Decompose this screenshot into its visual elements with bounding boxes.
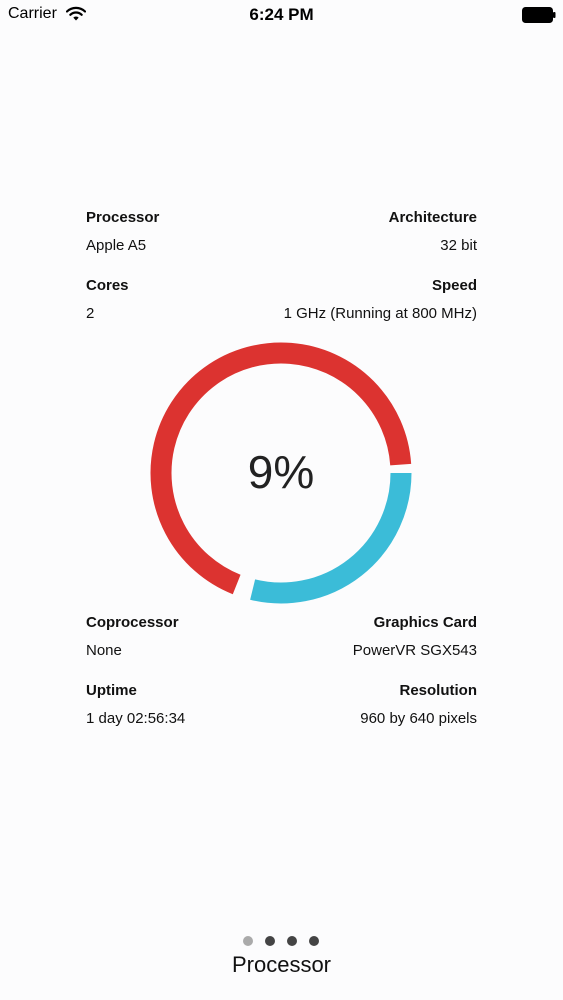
- uptime-label: Uptime: [86, 682, 137, 699]
- coprocessor-info: Coprocessor None: [86, 613, 286, 661]
- coprocessor-label: Coprocessor: [86, 614, 179, 631]
- coprocessor-value: None: [86, 642, 122, 659]
- status-bar: Carrier 6:24 PM: [0, 0, 563, 30]
- cores-value: 2: [86, 305, 95, 322]
- uptime-value: 1 day 02:56:34: [86, 710, 186, 727]
- page-dot[interactable]: [243, 936, 253, 946]
- cpu-usage-value: 9%: [247, 446, 315, 498]
- processor-value: Apple A5: [86, 237, 147, 254]
- speed-label: Speed: [431, 277, 477, 294]
- architecture-info: Architecture 32 bit: [277, 208, 477, 256]
- page-title: Processor: [231, 952, 332, 977]
- architecture-value: 32 bit: [440, 237, 477, 254]
- resolution-value: 960 by 640 pixels: [360, 710, 477, 727]
- page-dot[interactable]: [309, 936, 319, 946]
- uptime-info: Uptime 1 day 02:56:34: [86, 681, 286, 729]
- cores-label: Cores: [86, 277, 129, 294]
- page-dot[interactable]: [287, 936, 297, 946]
- page-dot[interactable]: [265, 936, 275, 946]
- processor-screen: Carrier 6:24 PM Processor Apple A5 Archi…: [0, 0, 563, 1000]
- page-control[interactable]: [243, 935, 323, 947]
- status-time: 6:24 PM: [249, 5, 314, 24]
- graphics-info: Graphics Card PowerVR SGX543: [277, 613, 477, 661]
- graphics-value: PowerVR SGX543: [352, 642, 477, 659]
- processor-info: Processor Apple A5: [86, 208, 286, 256]
- architecture-label: Architecture: [388, 209, 477, 226]
- speed-info: Speed 1 GHz (Running at 800 MHz): [277, 276, 477, 324]
- cores-info: Cores 2: [86, 276, 286, 324]
- resolution-info: Resolution 960 by 640 pixels: [277, 681, 477, 729]
- resolution-label: Resolution: [399, 682, 478, 699]
- processor-label: Processor: [86, 209, 160, 226]
- battery-icon: [522, 7, 556, 23]
- graphics-label: Graphics Card: [373, 614, 477, 631]
- speed-value: 1 GHz (Running at 800 MHz): [283, 305, 477, 322]
